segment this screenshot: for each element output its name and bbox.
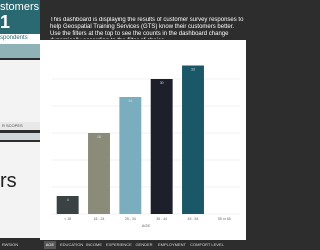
bar-2[interactable] <box>119 97 142 214</box>
dashboard-description: This dashboard is displaying the results… <box>50 17 244 39</box>
x-tick-label-4: 45 - 54 <box>188 217 199 221</box>
stat-card-1-footer: R SCOPES <box>0 122 40 130</box>
respondents-label: spondents <box>0 35 28 41</box>
customers-card: stomers 1 <box>0 0 40 34</box>
section-label-bar <box>0 133 40 140</box>
age-chart: 4 < 18 18 18 - 24 26 25 - 34 30 35 - 44 33 45 - 5… <box>48 44 244 230</box>
tab-gender[interactable]: GENDER <box>134 241 154 249</box>
stat-card-2-value: rs <box>0 170 17 192</box>
tab-employment[interactable]: EMPLOYMENT <box>158 241 186 249</box>
tab-comfort-level[interactable]: COMFORT LEVEL <box>190 241 224 249</box>
age-bar-chart: 4 < 18 18 18 - 24 26 25 - 34 30 35 - 44 33 45 - 5… <box>52 65 240 228</box>
x-tick-label-0: < 18 <box>64 217 71 221</box>
bar-data-label-1: 18 <box>97 135 101 139</box>
customers-count: 1 <box>0 12 11 32</box>
respondents-label-box: spondents <box>0 34 40 44</box>
bar-data-label-4: 33 <box>191 68 195 72</box>
bar-1[interactable] <box>88 133 110 214</box>
sidebar: stomers 1 spondents R SCOPES rs <box>0 0 40 250</box>
x-tick-label-1: 18 - 24 <box>94 217 105 221</box>
stat-card-1-footer-text: R SCOPES <box>2 123 23 128</box>
bar-data-label-2: 26 <box>128 99 132 103</box>
divider-band <box>0 44 40 58</box>
bottom-tab-bar: RWSION AGE EDUCATION INCOME EXPERIENCE G… <box>0 240 250 250</box>
stat-card-1 <box>0 60 40 122</box>
tab-experience[interactable]: EXPERIENCE <box>106 241 132 249</box>
bar-data-label-0: 4 <box>67 198 69 202</box>
bar-4[interactable] <box>182 65 204 215</box>
bar-data-label-3: 30 <box>160 81 164 85</box>
x-tick-label-3: 35 - 44 <box>156 217 167 221</box>
bar-3[interactable] <box>150 79 173 214</box>
x-axis-label: AGE <box>142 223 151 228</box>
x-tick-label-2: 25 - 34 <box>125 217 136 221</box>
tab-education[interactable]: EDUCATION <box>60 241 83 249</box>
tab-age[interactable]: AGE <box>44 241 56 249</box>
tab-rwsion[interactable]: RWSION <box>0 241 20 249</box>
x-tick-label-5: 55 or 65 <box>218 217 231 221</box>
tab-income[interactable]: INCOME <box>86 241 102 249</box>
stat-card-2: rs <box>0 142 40 238</box>
